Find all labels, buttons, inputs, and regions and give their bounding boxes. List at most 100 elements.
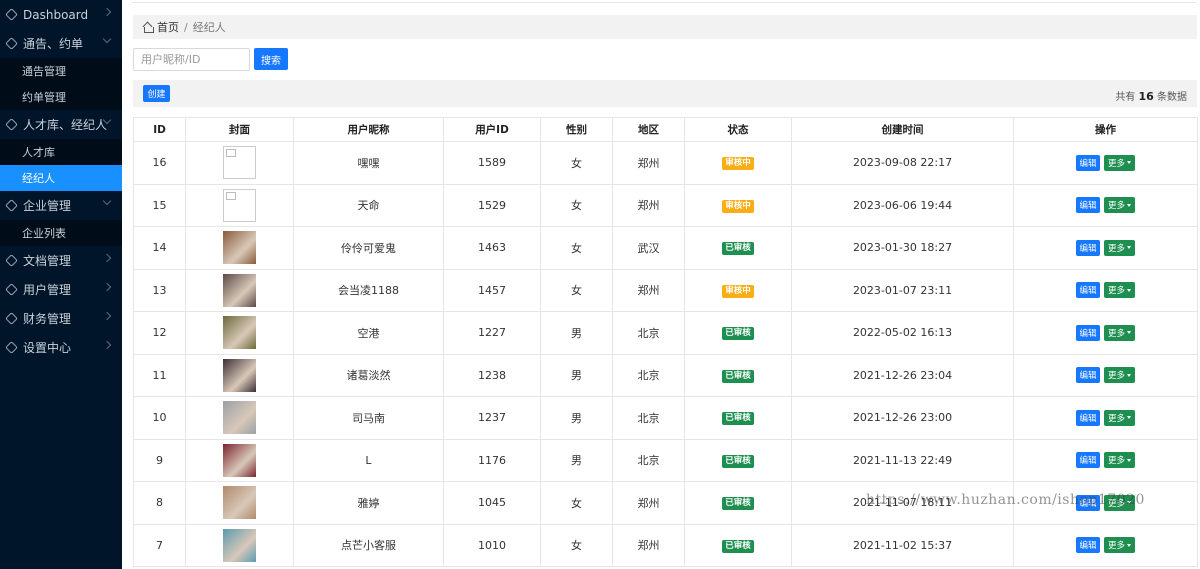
table-row: 7 点芒小客服 1010 女郑州 已审核 2021-11-02 15:37 编辑 更多 — [133, 523, 1198, 567]
more-dropdown-button[interactable]: 更多 — [1103, 197, 1135, 214]
sidebar-item-7[interactable]: 设置中心 — [0, 333, 122, 362]
sidebar-subitem-2-0[interactable]: 人才库 — [0, 139, 122, 165]
chevron-right-icon — [102, 253, 112, 263]
more-dropdown-button[interactable]: 更多 — [1103, 324, 1135, 341]
edit-button[interactable]: 编辑 — [1075, 537, 1100, 554]
edit-button[interactable]: 编辑 — [1075, 367, 1100, 384]
create-button[interactable]: 创建 — [143, 85, 170, 102]
breadcrumb: 首页 / 经纪人 — [133, 15, 1197, 39]
table-row: 16 嘿嘿 1589 女郑州 审核中 2023-09-08 22:17 编辑 更多 — [133, 141, 1198, 185]
caret-down-icon — [1127, 331, 1131, 335]
avatar — [223, 188, 256, 222]
breadcrumb-home[interactable]: 首页 — [157, 19, 179, 35]
sidebar-item-0[interactable]: Dashboard — [0, 0, 122, 29]
more-label: 更多 — [1107, 158, 1125, 169]
column-header: 性别 — [540, 117, 613, 142]
cell-actions: 编辑 更多 — [1013, 141, 1198, 185]
cell-region: 北京 — [612, 353, 685, 397]
edit-button[interactable]: 编辑 — [1075, 197, 1100, 214]
cell-nickname: 诸葛淡然 — [293, 353, 444, 397]
more-dropdown-button[interactable]: 更多 — [1103, 494, 1135, 511]
edit-button[interactable]: 编辑 — [1075, 494, 1100, 511]
cell-status: 审核中 — [684, 141, 792, 185]
edit-button[interactable]: 编辑 — [1075, 409, 1100, 426]
menu-diamond-icon — [5, 199, 18, 212]
caret-down-icon — [1127, 458, 1131, 462]
avatar — [223, 443, 256, 477]
status-badge: 已审核 — [722, 327, 754, 341]
total-prefix: 共有 — [1115, 92, 1136, 103]
avatar — [223, 358, 256, 392]
sidebar-subitem-3-0[interactable]: 企业列表 — [0, 220, 122, 246]
more-dropdown-button[interactable]: 更多 — [1103, 154, 1135, 171]
sidebar-subitem-1-0[interactable]: 通告管理 — [0, 58, 122, 84]
home-icon — [143, 23, 154, 33]
more-dropdown-button[interactable]: 更多 — [1103, 537, 1135, 554]
more-dropdown-button[interactable]: 更多 — [1103, 367, 1135, 384]
cell-region: 武汉 — [612, 226, 685, 270]
cell-cover — [185, 226, 294, 270]
column-header: 用户ID — [443, 117, 541, 142]
edit-button[interactable]: 编辑 — [1075, 452, 1100, 469]
cell-region: 郑州 — [612, 523, 685, 567]
search-button[interactable]: 搜索 — [254, 48, 288, 70]
menu-diamond-icon — [5, 312, 18, 325]
edit-button[interactable]: 编辑 — [1075, 239, 1100, 256]
action-group: 编辑 更多 — [1014, 282, 1197, 299]
status-badge: 审核中 — [722, 284, 754, 298]
chevron-down-icon — [102, 196, 112, 206]
sidebar-subitem-2-1[interactable]: 经纪人 — [0, 165, 122, 191]
action-group: 编辑 更多 — [1014, 494, 1197, 511]
cell-user-id: 1237 — [443, 396, 541, 440]
cell-nickname: 嘿嘿 — [293, 141, 444, 185]
cell-status: 已审核 — [684, 226, 792, 270]
table-body: 16 嘿嘿 1589 女郑州 审核中 2023-09-08 22:17 编辑 更多 15 天命 15… — [133, 141, 1198, 567]
action-group: 编辑 更多 — [1014, 367, 1197, 384]
edit-button[interactable]: 编辑 — [1075, 154, 1100, 171]
more-dropdown-button[interactable]: 更多 — [1103, 452, 1135, 469]
sidebar-subitem-1-1[interactable]: 约单管理 — [0, 84, 122, 110]
action-group: 编辑 更多 — [1014, 324, 1197, 341]
main-content: 首页 / 经纪人 搜索 创建 共有 16 条数据 ID封面用户昵称用户ID性别地… — [122, 0, 1200, 569]
edit-button[interactable]: 编辑 — [1075, 324, 1100, 341]
action-group: 编辑 更多 — [1014, 154, 1197, 171]
table-row: 10 司马南 1237 男北京 已审核 2021-12-26 23:00 编辑 更多 — [133, 396, 1198, 440]
cell-created-time: 2021-12-26 23:04 — [791, 353, 1014, 397]
caret-down-icon — [1127, 373, 1131, 377]
cell-cover — [185, 438, 294, 482]
cell-created-time: 2021-12-26 23:00 — [791, 396, 1014, 440]
cell-id: 15 — [133, 183, 186, 227]
search-input[interactable] — [133, 48, 250, 71]
cell-actions: 编辑 更多 — [1013, 438, 1198, 482]
sidebar-item-6[interactable]: 财务管理 — [0, 304, 122, 333]
sidebar-item-5[interactable]: 用户管理 — [0, 275, 122, 304]
cell-actions: 编辑 更多 — [1013, 523, 1198, 567]
avatar — [223, 231, 256, 265]
more-dropdown-button[interactable]: 更多 — [1103, 282, 1135, 299]
cell-gender: 女 — [540, 141, 613, 185]
more-dropdown-button[interactable]: 更多 — [1103, 239, 1135, 256]
sidebar-item-3[interactable]: 企业管理 — [0, 191, 122, 220]
cell-gender: 男 — [540, 353, 613, 397]
sidebar-item-1[interactable]: 通告、约单 — [0, 29, 122, 58]
avatar — [223, 528, 256, 562]
more-label: 更多 — [1107, 541, 1125, 552]
cell-cover — [185, 311, 294, 355]
sidebar: Dashboard 通告、约单 通告管理 约单管理人才库、经纪人人才库 经纪人企业管理企… — [0, 0, 122, 569]
chevron-down-icon — [102, 34, 112, 44]
cell-id: 8 — [133, 481, 186, 525]
sidebar-item-label: 人才库、经纪人 — [23, 118, 108, 132]
edit-button[interactable]: 编辑 — [1075, 282, 1100, 299]
cell-actions: 编辑 更多 — [1013, 481, 1198, 525]
cell-region: 北京 — [612, 311, 685, 355]
cell-id: 13 — [133, 268, 186, 312]
more-label: 更多 — [1107, 286, 1125, 297]
menu-diamond-icon — [5, 254, 18, 267]
sidebar-item-4[interactable]: 文档管理 — [0, 246, 122, 275]
sidebar-item-2[interactable]: 人才库、经纪人 — [0, 110, 122, 139]
sidebar-item-label: 企业管理 — [23, 199, 72, 213]
table-header-row: ID 封面 用户昵称 用户ID 性别 地区 状态 创建时间 操作 — [133, 117, 1198, 142]
more-dropdown-button[interactable]: 更多 — [1103, 409, 1135, 426]
caret-down-icon — [1127, 203, 1131, 207]
divider — [132, 2, 1196, 3]
